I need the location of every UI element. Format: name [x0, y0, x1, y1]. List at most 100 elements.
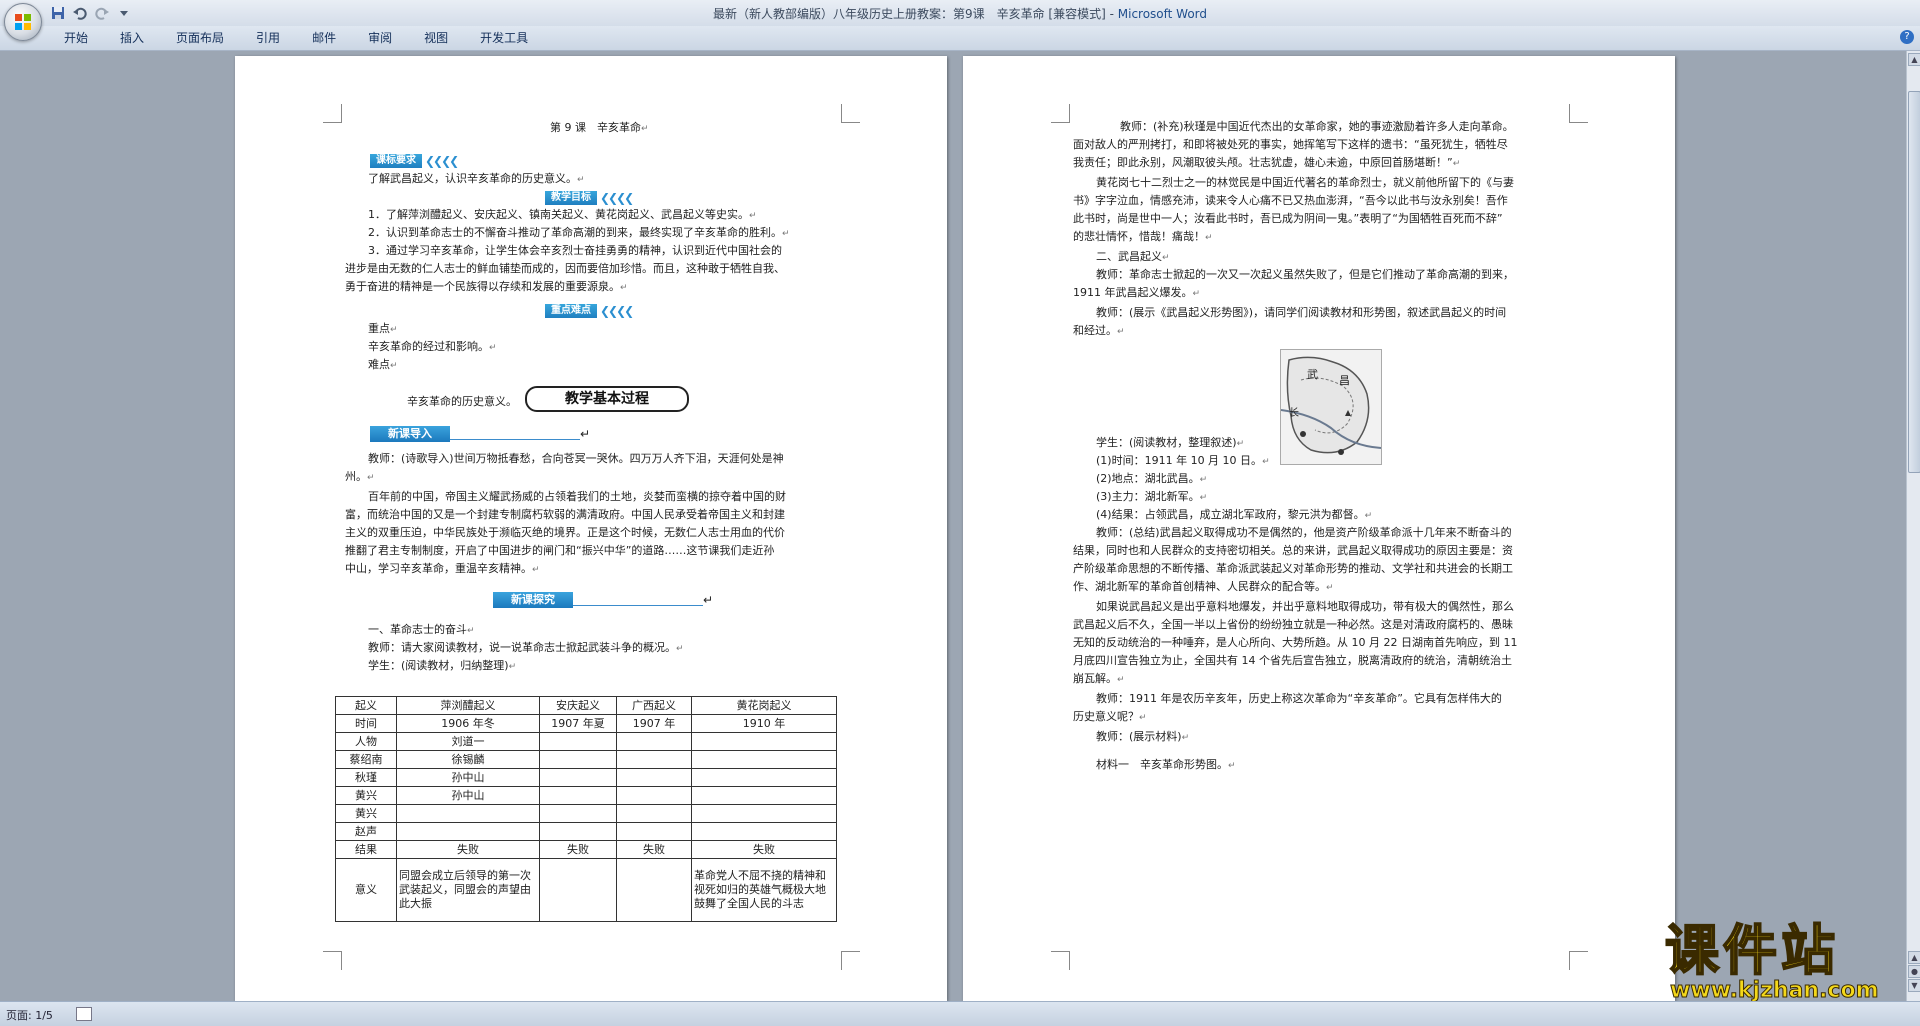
- table-cell: 孙中山: [396, 768, 540, 787]
- table-cell: [616, 732, 692, 751]
- table-row: 人物 刘道一: [335, 732, 837, 751]
- paragraph: 3．通过学习辛亥革命，让学生体会辛亥烈士奋挂勇勇的精神，认识到近代中国社会的: [368, 244, 782, 257]
- paragraph: 富，而统治中国的又是一个封建专制腐朽软弱的满清政府。中国人民承受着帝国主义和封建: [345, 508, 785, 521]
- paragraph: 教师：1911 年是农历辛亥年，历史上称这次革命为“辛亥革命”。它具有怎样伟大的: [1096, 692, 1502, 705]
- tab-home[interactable]: 开始: [48, 30, 104, 46]
- proofing-icon[interactable]: [76, 1007, 92, 1021]
- ribbon-tabs: 开始 插入 页面布局 引用 邮件 审阅 视图 开发工具: [48, 30, 544, 46]
- table-cell: 黄兴: [335, 786, 397, 805]
- margin-corner-mark: [841, 951, 860, 970]
- vertical-scrollbar[interactable]: ▲ ▲ ● ▼: [1906, 51, 1920, 1001]
- next-page-icon[interactable]: ▼: [1908, 979, 1920, 992]
- paragraph: 书》字字泣血，情感充沛，读来令人心痛不已又热血澎湃，“吾今以此书与汝永别矣！吾作: [1073, 194, 1508, 207]
- table-header-cell: 起义: [335, 696, 397, 715]
- banner-line: [450, 429, 580, 440]
- section-heading: 二、武昌起义↵: [1096, 250, 1170, 263]
- table-cell: [616, 804, 692, 823]
- paragraph: 州。↵: [345, 470, 375, 483]
- paragraph: 难点↵: [368, 358, 398, 371]
- paragraph: 教师：革命志士掀起的一次又一次起义虽然失败了，但是它们推动了革命高潮的到来，: [1096, 268, 1514, 281]
- table-row: 结果 失败 失败 失败 失败: [335, 840, 837, 859]
- paragraph: 教师：请大家阅读教材，说一说革命志士掀起武装斗争的概况。↵: [368, 641, 684, 654]
- paragraph: 进步是由无数的仁人志士的鲜血铺垫而成的，因而要倍加珍惜。而且，这种敢于牺牲自我、: [345, 262, 785, 275]
- tab-review[interactable]: 审阅: [352, 30, 408, 46]
- table-cell: 1910 年: [691, 714, 837, 733]
- watermark-url: www.kjzhan.com: [1670, 978, 1880, 1004]
- table-cell: [396, 822, 540, 841]
- paragraph: 教师：(展示《武昌起义形势图》)，请同学们阅读教材和形势图，叙述武昌起义的时间: [1096, 306, 1507, 319]
- chevrons-icon: ❮❮❮❮: [600, 304, 634, 318]
- paragraph: 中山，学习辛亥革命，重温辛亥精神。↵: [345, 562, 540, 575]
- help-icon[interactable]: ?: [1900, 30, 1914, 44]
- table-row: 秋瑾 孙中山: [335, 768, 837, 787]
- tab-references[interactable]: 引用: [240, 30, 296, 46]
- tab-insert[interactable]: 插入: [104, 30, 160, 46]
- table-cell: [539, 858, 617, 922]
- paragraph: 推翻了君主专制制度，开启了中国进步的闸门和“振兴中华”的道路……这节课我们走近孙: [345, 544, 775, 557]
- paragraph: 学生：(阅读教材，整理叙述)↵: [1096, 436, 1245, 449]
- list-item: (3)主力：湖北新军。↵: [1096, 490, 1208, 503]
- table-cell: [691, 822, 837, 841]
- paragraph: 重点↵: [368, 322, 398, 335]
- paragraph: 一、革命志士的奋斗↵: [368, 623, 475, 636]
- page-counter[interactable]: 页面: 1/5: [6, 1007, 53, 1023]
- process-banner: 教学基本过程: [505, 386, 715, 412]
- table-header-cell: 萍浏醴起义: [396, 696, 540, 715]
- table-row: 起义 萍浏醴起义 安庆起义 广西起义 黄花岗起义: [335, 696, 837, 715]
- paragraph: 和经过。↵: [1073, 324, 1125, 337]
- table-cell: 刘道一: [396, 732, 540, 751]
- tab-mailings[interactable]: 邮件: [296, 30, 352, 46]
- paragraph: 无知的反动统治的一种唾弃，是人心所向、大势所趋。从 10 月 22 日湖南首先响…: [1073, 636, 1518, 649]
- wuchang-uprising-map: 武 昌 长: [1280, 349, 1382, 465]
- browse-object-icon[interactable]: ●: [1908, 965, 1920, 978]
- margin-corner-mark: [323, 104, 342, 123]
- tab-developer[interactable]: 开发工具: [464, 30, 544, 46]
- paragraph: 1911 年武昌起义爆发。↵: [1073, 286, 1201, 299]
- paragraph: 面对敌人的严刑拷打，和即将被处死的事实，她挥笔写下这样的遗书：“虽死犹生，牺牲尽: [1073, 138, 1508, 151]
- watermark-text: 课件站: [1664, 918, 1839, 982]
- table-cell: 意义: [335, 858, 397, 922]
- margin-corner-mark: [1051, 951, 1070, 970]
- banner-goals: 教学目标 ❮❮❮❮: [545, 191, 634, 205]
- table-row: 意义 同盟会成立后领导的第一次武装起义，同盟会的声望由此大振 革命党人不屈不挠的…: [335, 858, 837, 922]
- table-cell: [616, 822, 692, 841]
- table-cell: 人物: [335, 732, 397, 751]
- table-cell: 革命党人不屈不挠的精神和视死如归的英雄气概极大地鼓舞了全国人民的斗志: [691, 858, 837, 922]
- table-cell: [691, 786, 837, 805]
- margin-corner-mark: [841, 104, 860, 123]
- table-cell: 徐锡麟: [396, 750, 540, 769]
- table-header-cell: 黄花岗起义: [691, 696, 837, 715]
- table-header-cell: 安庆起义: [539, 696, 617, 715]
- table-cell: [616, 768, 692, 787]
- banner-label: 重点难点: [545, 304, 597, 318]
- banner-intro: 新课导入 ↵: [370, 426, 590, 442]
- paragraph: 产阶级革命思想的不断传播、革命派武装起义对革命形势的推动、文学社和共进会的长期工: [1073, 562, 1513, 575]
- table-cell: [539, 750, 617, 769]
- tab-page-layout[interactable]: 页面布局: [160, 30, 240, 46]
- table-row: 黄兴 孙中山: [335, 786, 837, 805]
- table-cell: 结果: [335, 840, 397, 859]
- page-left[interactable]: 第 9 课 辛亥革命↵ 课标要求 ❮❮❮❮ 了解武昌起义，认识辛亥革命的历史意义。…: [235, 56, 947, 1001]
- chevrons-icon: ❮❮❮❮: [425, 154, 459, 168]
- table-row: 蔡绍南 徐锡麟: [335, 750, 837, 769]
- paragraph: 学生：(阅读教材，归纳整理)↵: [368, 659, 517, 672]
- banner-key-points: 重点难点 ❮❮❮❮: [545, 304, 634, 318]
- scroll-up-icon[interactable]: ▲: [1908, 53, 1920, 66]
- scrollbar-thumb[interactable]: [1908, 91, 1920, 473]
- page-right[interactable]: 教师：(补充)秋瑾是中国近代杰出的女革命家，她的事迹激励着许多人走向革命。 面对…: [963, 56, 1675, 1001]
- table-cell: 黄兴: [335, 804, 397, 823]
- paragraph: 崩瓦解。↵: [1073, 672, 1125, 685]
- previous-page-icon[interactable]: ▲: [1908, 951, 1920, 964]
- table-cell: [539, 822, 617, 841]
- app-name: Microsoft Word: [1117, 7, 1208, 21]
- document-workspace[interactable]: 第 9 课 辛亥革命↵ 课标要求 ❮❮❮❮ 了解武昌起义，认识辛亥革命的历史意义。…: [0, 51, 1906, 1001]
- tab-view[interactable]: 视图: [408, 30, 464, 46]
- table-cell: 时间: [335, 714, 397, 733]
- paragraph: 教师：(展示材料)↵: [1096, 730, 1190, 743]
- table-cell: [616, 750, 692, 769]
- uprising-table: 起义 萍浏醴起义 安庆起义 广西起义 黄花岗起义 时间 1906 年冬 1907…: [335, 696, 837, 922]
- table-cell: [691, 750, 837, 769]
- office-button[interactable]: [4, 3, 42, 41]
- table-cell: [539, 786, 617, 805]
- map-label: 长: [1289, 408, 1299, 419]
